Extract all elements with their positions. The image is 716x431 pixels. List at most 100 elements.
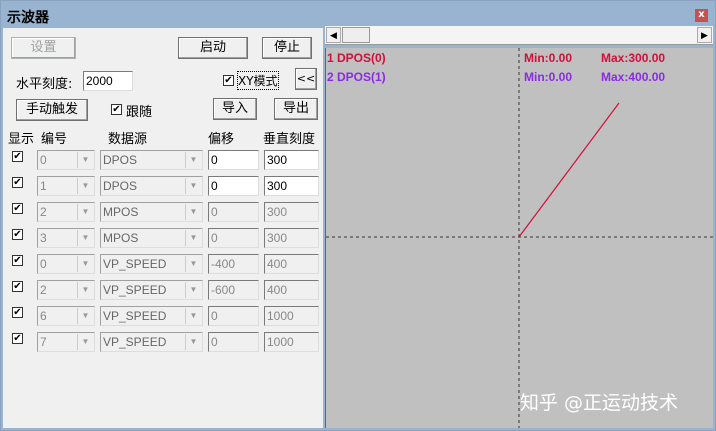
chevron-down-icon: ▼ — [77, 256, 93, 272]
offset-input[interactable]: 0 — [208, 306, 259, 326]
channel-number-select[interactable]: 3 ▼ — [37, 228, 95, 248]
chevron-down-icon: ▼ — [185, 178, 201, 194]
legend-1-max: Max:300.00 — [601, 51, 666, 65]
legend-2-min: Min:0.00 — [524, 70, 573, 84]
channel-number-value: 2 — [40, 205, 47, 219]
follow-label: 跟随 — [126, 105, 153, 120]
show-checkbox[interactable]: ✔ — [12, 281, 23, 292]
watermark: 知乎 @正运动技术 — [520, 392, 679, 414]
chevron-down-icon: ▼ — [185, 256, 201, 272]
vertical-scale-input[interactable]: 300 — [264, 176, 319, 196]
data-source-value: VP_SPEED — [103, 283, 167, 297]
data-source-select[interactable]: VP_SPEED ▼ — [100, 332, 203, 352]
chevron-down-icon: ▼ — [77, 152, 93, 168]
chevron-down-icon: ▼ — [185, 334, 201, 350]
offset-input[interactable]: 0 — [208, 332, 259, 352]
scroll-left-arrow-icon[interactable]: ◀ — [326, 27, 341, 43]
show-checkbox[interactable]: ✔ — [12, 307, 23, 318]
close-button[interactable]: x — [695, 9, 708, 22]
vertical-scale-input[interactable]: 400 — [264, 280, 319, 300]
data-source-value: VP_SPEED — [103, 309, 167, 323]
show-checkbox[interactable]: ✔ — [12, 333, 23, 344]
data-source-value: MPOS — [103, 231, 139, 245]
data-source-select[interactable]: MPOS ▼ — [100, 228, 203, 248]
follow-checkbox[interactable]: ✔ — [111, 104, 122, 115]
chevron-down-icon: ▼ — [185, 152, 201, 168]
data-source-select[interactable]: VP_SPEED ▼ — [100, 254, 203, 274]
import-button[interactable]: 导入 — [213, 98, 257, 120]
data-source-select[interactable]: VP_SPEED ▼ — [100, 306, 203, 326]
offset-input[interactable]: 0 — [208, 228, 259, 248]
column-header-offset: 偏移 — [208, 132, 235, 147]
vertical-scale-input[interactable]: 1000 — [264, 306, 319, 326]
horizontal-scrollbar[interactable]: ◀ ▶ — [325, 26, 713, 45]
horizontal-scale-input[interactable]: 2000 — [83, 71, 133, 91]
scroll-thumb[interactable] — [342, 27, 370, 43]
offset-input[interactable]: 0 — [208, 150, 259, 170]
channel-number-select[interactable]: 2 ▼ — [37, 202, 95, 222]
channel-number-select[interactable]: 6 ▼ — [37, 306, 95, 326]
scroll-right-arrow-icon[interactable]: ▶ — [697, 27, 712, 43]
xy-mode-label: XY模式 — [237, 71, 279, 90]
channel-number-select[interactable]: 2 ▼ — [37, 280, 95, 300]
offset-input[interactable]: 0 — [208, 176, 259, 196]
channel-number-value: 0 — [40, 257, 47, 271]
data-source-value: VP_SPEED — [103, 257, 167, 271]
offset-input[interactable]: -400 — [208, 254, 259, 274]
column-header-source: 数据源 — [108, 132, 148, 147]
vertical-scale-input[interactable]: 300 — [264, 228, 319, 248]
data-source-select[interactable]: DPOS ▼ — [100, 150, 203, 170]
legend-2-name: 2 DPOS(1) — [327, 70, 386, 84]
data-source-value: MPOS — [103, 205, 139, 219]
vertical-scale-input[interactable]: 300 — [264, 150, 319, 170]
channel-number-select[interactable]: 0 ▼ — [37, 150, 95, 170]
channel-number-select[interactable]: 0 ▼ — [37, 254, 95, 274]
show-checkbox[interactable]: ✔ — [12, 255, 23, 266]
column-header-show: 显示 — [8, 132, 35, 147]
export-button[interactable]: 导出 — [274, 98, 318, 120]
channel-number-value: 7 — [40, 335, 47, 349]
data-source-select[interactable]: MPOS ▼ — [100, 202, 203, 222]
plot-svg — [326, 48, 714, 428]
settings-button[interactable]: 设置 — [11, 37, 76, 59]
offset-input[interactable]: -600 — [208, 280, 259, 300]
plot-area: 1 DPOS(0) Min:0.00 Max:300.00 2 DPOS(1) … — [325, 48, 714, 428]
chevron-down-icon: ▼ — [185, 282, 201, 298]
channel-number-value: 1 — [40, 179, 47, 193]
show-checkbox[interactable]: ✔ — [12, 151, 23, 162]
vertical-scale-input[interactable]: 1000 — [264, 332, 319, 352]
collapse-button[interactable]: << — [295, 68, 317, 90]
legend-1-name: 1 DPOS(0) — [327, 51, 386, 65]
legend-1-min: Min:0.00 — [524, 51, 573, 65]
vertical-scale-input[interactable]: 400 — [264, 254, 319, 274]
vertical-scale-input[interactable]: 300 — [264, 202, 319, 222]
channel-number-value: 3 — [40, 231, 47, 245]
chevron-down-icon: ▼ — [77, 282, 93, 298]
chevron-down-icon: ▼ — [77, 204, 93, 220]
column-header-vertical-scale: 垂直刻度 — [263, 132, 316, 147]
chevron-down-icon: ▼ — [77, 178, 93, 194]
show-checkbox[interactable]: ✔ — [12, 177, 23, 188]
channel-number-select[interactable]: 1 ▼ — [37, 176, 95, 196]
chevron-down-icon: ▼ — [77, 334, 93, 350]
horizontal-scale-label: 水平刻度: — [16, 77, 73, 92]
channel-number-value: 0 — [40, 153, 47, 167]
chevron-down-icon: ▼ — [185, 204, 201, 220]
data-source-select[interactable]: VP_SPEED ▼ — [100, 280, 203, 300]
offset-input[interactable]: 0 — [208, 202, 259, 222]
start-button[interactable]: 启动 — [178, 37, 248, 59]
channel-number-select[interactable]: 7 ▼ — [37, 332, 95, 352]
data-source-value: DPOS — [103, 153, 138, 167]
chevron-down-icon: ▼ — [185, 308, 201, 324]
column-header-number: 编号 — [41, 132, 68, 147]
xy-trace — [518, 102, 620, 238]
stop-button[interactable]: 停止 — [262, 37, 312, 59]
show-checkbox[interactable]: ✔ — [12, 203, 23, 214]
chevron-down-icon: ▼ — [185, 230, 201, 246]
data-source-select[interactable]: DPOS ▼ — [100, 176, 203, 196]
xy-mode-checkbox[interactable]: ✔ — [223, 75, 234, 86]
data-source-value: VP_SPEED — [103, 335, 167, 349]
show-checkbox[interactable]: ✔ — [12, 229, 23, 240]
channel-number-value: 6 — [40, 309, 47, 323]
manual-trigger-button[interactable]: 手动触发 — [16, 99, 88, 121]
